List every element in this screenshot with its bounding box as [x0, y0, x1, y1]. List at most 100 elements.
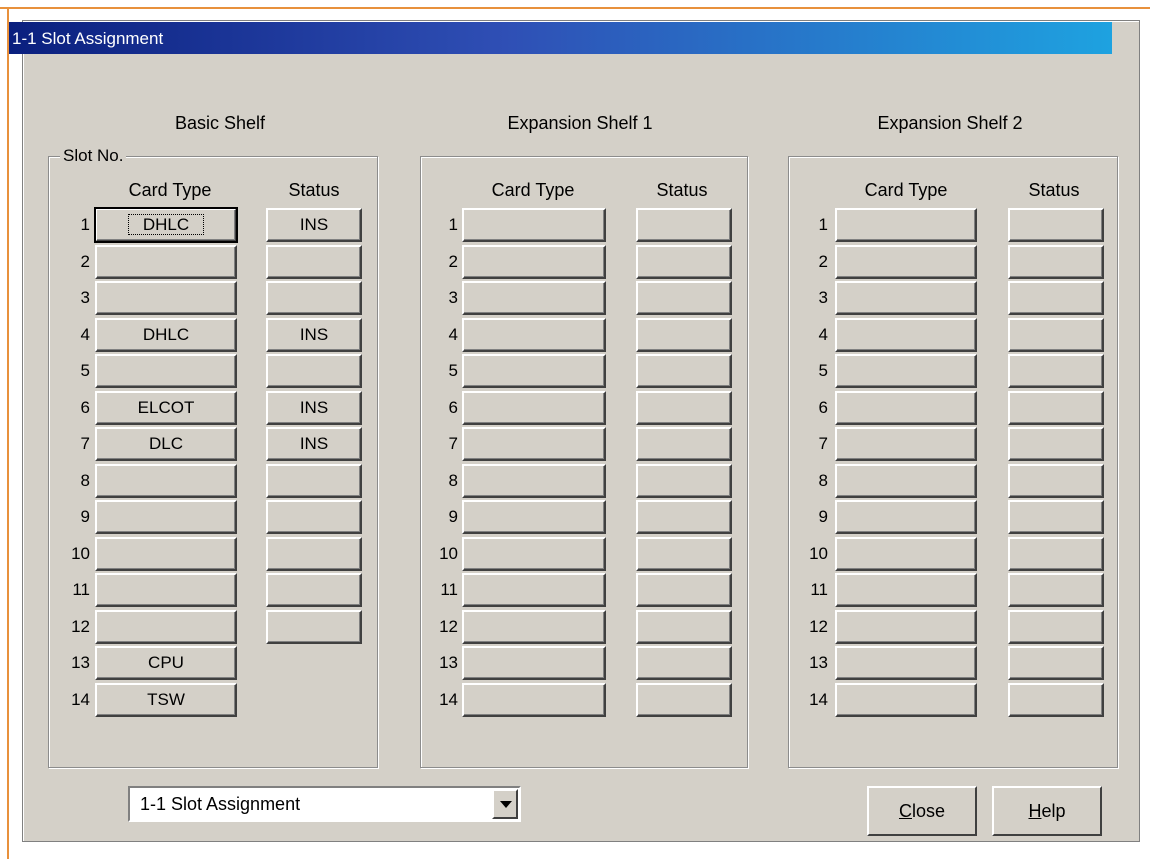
- close-button[interactable]: Close: [867, 786, 977, 836]
- status-button[interactable]: [636, 683, 732, 717]
- status-button[interactable]: [1008, 208, 1104, 242]
- status-label: INS: [299, 215, 329, 234]
- card-type-button[interactable]: CPU: [95, 646, 237, 680]
- card-type-button[interactable]: [462, 646, 606, 680]
- card-type-button[interactable]: [462, 318, 606, 352]
- card-type-button[interactable]: [95, 573, 237, 607]
- col-header-status-exp2: Status: [1028, 180, 1080, 200]
- card-type-button[interactable]: [835, 683, 977, 717]
- status-button[interactable]: [636, 646, 732, 680]
- status-button[interactable]: [636, 573, 732, 607]
- status-button[interactable]: [636, 610, 732, 644]
- card-type-label: CPU: [148, 653, 184, 672]
- card-type-button[interactable]: [95, 464, 237, 498]
- card-type-button[interactable]: [462, 500, 606, 534]
- status-button[interactable]: [1008, 427, 1104, 461]
- card-type-button[interactable]: [462, 208, 606, 242]
- card-type-button[interactable]: [462, 427, 606, 461]
- slot-number: 10: [809, 544, 828, 563]
- card-type-button[interactable]: TSW: [95, 683, 237, 717]
- card-type-button[interactable]: [462, 573, 606, 607]
- status-button[interactable]: [636, 391, 732, 425]
- status-button[interactable]: [266, 281, 362, 315]
- card-type-button[interactable]: [835, 610, 977, 644]
- card-type-button[interactable]: [95, 281, 237, 315]
- page-select-combo[interactable]: 1-1 Slot Assignment: [128, 786, 521, 822]
- slot-number: 7: [448, 434, 458, 453]
- slot-number: 5: [80, 361, 90, 380]
- card-type-label: DHLC: [142, 325, 190, 344]
- card-type-button[interactable]: [462, 464, 606, 498]
- card-type-button[interactable]: [462, 683, 606, 717]
- card-type-button[interactable]: [835, 537, 977, 571]
- frame-left-border: [7, 7, 9, 859]
- card-type-button[interactable]: [95, 245, 237, 279]
- card-type-button[interactable]: [462, 281, 606, 315]
- card-type-button[interactable]: [95, 500, 237, 534]
- card-type-button[interactable]: [462, 354, 606, 388]
- card-type-button[interactable]: [462, 391, 606, 425]
- help-button[interactable]: Help: [992, 786, 1102, 836]
- slot-number: 3: [80, 288, 90, 307]
- card-type-button[interactable]: [462, 537, 606, 571]
- status-button[interactable]: [636, 354, 732, 388]
- card-type-button[interactable]: ELCOT: [95, 391, 237, 425]
- status-button[interactable]: [636, 464, 732, 498]
- card-type-button[interactable]: [835, 573, 977, 607]
- status-button[interactable]: INS: [266, 391, 362, 425]
- card-type-button[interactable]: [835, 427, 977, 461]
- card-type-button[interactable]: [95, 537, 237, 571]
- help-label-rest: elp: [1041, 801, 1066, 821]
- card-type-button[interactable]: [835, 245, 977, 279]
- status-button[interactable]: [266, 464, 362, 498]
- card-type-button[interactable]: [462, 245, 606, 279]
- status-button[interactable]: [1008, 610, 1104, 644]
- status-button[interactable]: INS: [266, 208, 362, 242]
- card-type-button[interactable]: [835, 391, 977, 425]
- col-header-status-exp1: Status: [656, 180, 708, 200]
- status-button[interactable]: INS: [266, 318, 362, 352]
- card-type-button[interactable]: [835, 318, 977, 352]
- card-type-button[interactable]: [835, 464, 977, 498]
- status-button[interactable]: [266, 537, 362, 571]
- card-type-button[interactable]: [835, 281, 977, 315]
- card-type-button[interactable]: [95, 610, 237, 644]
- slot-number: 1: [818, 215, 828, 234]
- status-button[interactable]: [1008, 391, 1104, 425]
- card-type-button[interactable]: [95, 354, 237, 388]
- status-button[interactable]: [1008, 646, 1104, 680]
- card-type-button[interactable]: [835, 354, 977, 388]
- card-type-button[interactable]: DLC: [95, 427, 237, 461]
- card-type-button[interactable]: [835, 646, 977, 680]
- status-button[interactable]: [266, 573, 362, 607]
- status-button[interactable]: [1008, 500, 1104, 534]
- status-button[interactable]: [636, 537, 732, 571]
- status-button[interactable]: [1008, 464, 1104, 498]
- status-button[interactable]: [266, 500, 362, 534]
- status-button[interactable]: [1008, 537, 1104, 571]
- status-button[interactable]: INS: [266, 427, 362, 461]
- status-button[interactable]: [1008, 683, 1104, 717]
- status-button[interactable]: [1008, 354, 1104, 388]
- card-type-button[interactable]: DHLC: [95, 318, 237, 352]
- status-button[interactable]: [636, 245, 732, 279]
- status-button[interactable]: [636, 281, 732, 315]
- status-button[interactable]: [266, 610, 362, 644]
- dropdown-arrow-icon[interactable]: [492, 789, 518, 819]
- card-type-button[interactable]: DHLC: [94, 207, 238, 243]
- status-button[interactable]: [266, 245, 362, 279]
- status-button[interactable]: [266, 354, 362, 388]
- status-button[interactable]: [636, 500, 732, 534]
- card-type-button[interactable]: [835, 500, 977, 534]
- card-type-button[interactable]: [835, 208, 977, 242]
- status-button[interactable]: [1008, 573, 1104, 607]
- status-button[interactable]: [636, 208, 732, 242]
- slot-number: 1: [80, 215, 90, 234]
- status-button[interactable]: [1008, 245, 1104, 279]
- slot-number: 14: [809, 690, 828, 709]
- status-button[interactable]: [1008, 281, 1104, 315]
- status-button[interactable]: [636, 318, 732, 352]
- card-type-button[interactable]: [462, 610, 606, 644]
- status-button[interactable]: [636, 427, 732, 461]
- status-button[interactable]: [1008, 318, 1104, 352]
